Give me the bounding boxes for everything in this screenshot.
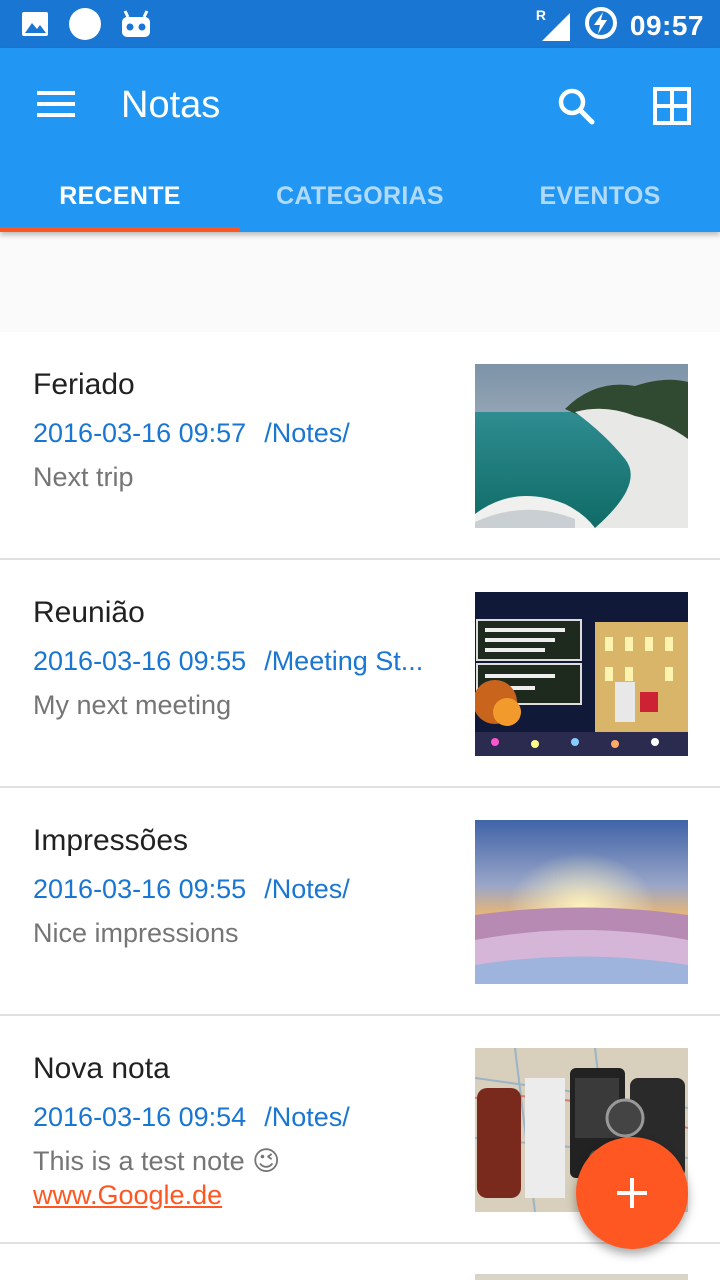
search-icon xyxy=(558,88,595,125)
list-item[interactable]: Reunião 2016-03-16 09:55/Meeting St... M… xyxy=(0,560,720,788)
note-title: Reunião xyxy=(33,596,145,629)
note-link[interactable]: www.Google.de xyxy=(33,1180,222,1211)
notes-list: Feriado 2016-03-16 09:57/Notes/ Next tri… xyxy=(0,332,720,1244)
robot-icon xyxy=(120,9,152,44)
note-body: This is a test note 😉 xyxy=(33,1146,453,1177)
note-meta: 2016-03-16 09:55/Meeting St... xyxy=(33,646,443,677)
add-note-button[interactable] xyxy=(576,1137,688,1249)
note-category: /Meeting St... xyxy=(264,646,424,676)
note-category: /Notes/ xyxy=(264,418,350,448)
note-body: Nice impressions xyxy=(33,918,239,948)
note-body-text: This is a test note xyxy=(33,1146,245,1176)
note-title: Nova nota xyxy=(33,1052,170,1085)
note-body: Next trip xyxy=(33,462,134,492)
status-bar: R 09:57 xyxy=(0,0,720,48)
note-category: /Notes/ xyxy=(264,874,350,904)
note-meta: 2016-03-16 09:54/Notes/ xyxy=(33,1102,443,1133)
note-date: 2016-03-16 09:55 xyxy=(33,646,247,676)
signal-roaming-icon: R xyxy=(535,6,572,43)
battery-charging-icon xyxy=(584,6,618,45)
status-left-icons xyxy=(20,7,152,46)
note-thumbnail xyxy=(475,820,688,984)
layout-toggle-button[interactable] xyxy=(644,78,700,134)
plus-icon xyxy=(617,1178,647,1208)
circle-icon xyxy=(68,7,102,46)
list-item[interactable]: Feriado 2016-03-16 09:57/Notes/ Next tri… xyxy=(0,332,720,560)
app-bar: Notas RECENTE CATEGORIAS EVENTOS xyxy=(0,48,720,232)
tab-recente[interactable]: RECENTE xyxy=(0,160,240,232)
search-button[interactable] xyxy=(548,78,604,134)
list-item[interactable]: Impressões 2016-03-16 09:55/Notes/ Nice … xyxy=(0,788,720,1016)
next-item-thumbnail-peek xyxy=(475,1274,688,1280)
note-thumbnail xyxy=(475,592,688,756)
status-right-icons: R 09:57 xyxy=(536,6,704,45)
tab-eventos[interactable]: EVENTOS xyxy=(480,160,720,232)
note-meta: 2016-03-16 09:57/Notes/ xyxy=(33,418,443,449)
app-title: Notas xyxy=(121,84,221,126)
note-thumbnail xyxy=(475,364,688,528)
image-icon xyxy=(20,9,50,44)
clock: 09:57 xyxy=(629,9,704,41)
note-date: 2016-03-16 09:57 xyxy=(33,418,247,448)
tab-bar: RECENTE CATEGORIAS EVENTOS xyxy=(0,160,720,232)
note-meta: 2016-03-16 09:55/Notes/ xyxy=(33,874,443,905)
hamburger-menu-icon xyxy=(37,91,75,117)
grid-view-icon xyxy=(653,87,691,125)
list-header-spacer xyxy=(0,232,720,332)
note-category: /Notes/ xyxy=(264,1102,350,1132)
note-date: 2016-03-16 09:55 xyxy=(33,874,247,904)
menu-button[interactable] xyxy=(24,76,88,132)
note-body: My next meeting xyxy=(33,690,232,720)
note-date: 2016-03-16 09:54 xyxy=(33,1102,247,1132)
tab-categorias[interactable]: CATEGORIAS xyxy=(240,160,480,232)
note-title: Impressões xyxy=(33,824,189,857)
wink-emoji: 😉 xyxy=(252,1146,281,1176)
roaming-label: R xyxy=(535,6,546,23)
note-title: Feriado xyxy=(33,368,135,401)
